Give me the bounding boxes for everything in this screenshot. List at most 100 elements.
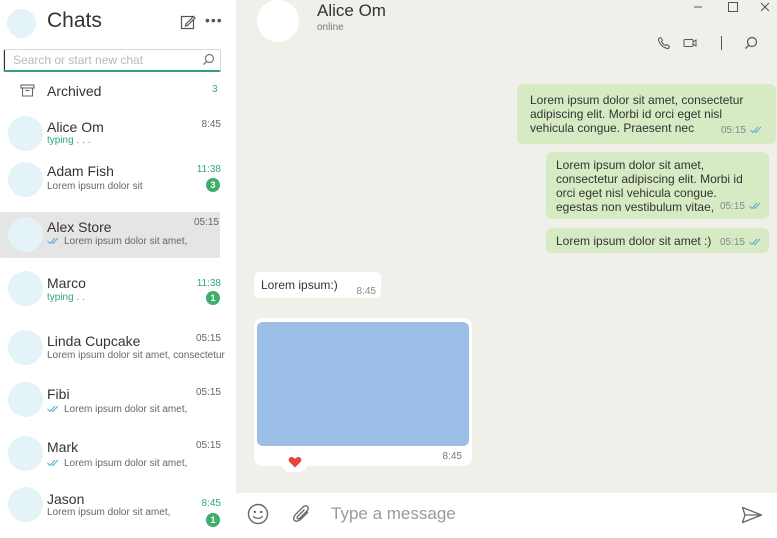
- message-meta: 05:15: [721, 124, 764, 138]
- chat-time: 05:15: [195, 387, 221, 398]
- conversation-header: Alice Om online: [236, 0, 777, 60]
- conversation-panel: Alice Om online Lorem ipsum dolor sit am…: [236, 0, 777, 538]
- message-time: 05:15: [719, 237, 745, 248]
- chat-name: Alice Om: [47, 119, 104, 135]
- chat-preview: Lorem ipsum dolor sit amet,: [47, 236, 187, 247]
- chat-list-item[interactable]: Jason Lorem ipsum dolor sit amet, 8:45 1: [0, 486, 236, 536]
- unread-badge: 1: [206, 513, 220, 527]
- heart-icon: [288, 456, 302, 468]
- message-time: 05:15: [720, 125, 746, 136]
- chat-time: 05:15: [193, 217, 219, 228]
- message-outgoing[interactable]: Lorem ipsum dolor sit amet :) 05:15: [546, 228, 769, 253]
- reaction-badge[interactable]: [281, 452, 308, 472]
- search-input[interactable]: [4, 50, 194, 70]
- chat-preview: Lorem ipsum dolor sit amet, consectetur: [47, 350, 225, 361]
- avatar: [8, 382, 43, 417]
- peer-avatar[interactable]: [257, 0, 299, 42]
- chat-preview: typing . . .: [47, 135, 91, 146]
- chat-preview: Lorem ipsum dolor sit amet,: [47, 458, 187, 469]
- sidebar-header: Chats •••: [0, 0, 236, 46]
- message-image[interactable]: 8:45: [254, 318, 472, 466]
- close-icon[interactable]: [758, 0, 772, 14]
- avatar: [8, 436, 43, 471]
- maximize-icon[interactable]: [726, 0, 740, 14]
- search-icon[interactable]: [202, 53, 215, 66]
- message-text: Lorem ipsum dolor sit amet, consectetur …: [530, 93, 744, 135]
- chat-time: 8:45: [201, 119, 221, 130]
- video-icon[interactable]: [683, 36, 697, 50]
- message-composer: [236, 493, 777, 538]
- search-icon[interactable]: [744, 36, 758, 50]
- chat-list-item[interactable]: Marco typing . . 11:38 1: [0, 268, 236, 318]
- message-input[interactable]: [331, 501, 711, 527]
- message-meta: 05:15: [720, 200, 763, 214]
- archived-label: Archived: [47, 83, 102, 99]
- search-box: [3, 49, 221, 72]
- chat-name: Adam Fish: [47, 163, 114, 179]
- edit-icon[interactable]: [180, 14, 196, 30]
- my-avatar[interactable]: [7, 9, 36, 38]
- double-check-icon: [47, 460, 59, 467]
- sidebar-title: Chats: [47, 9, 102, 32]
- avatar: [8, 330, 43, 365]
- message-time: 05:15: [719, 201, 745, 212]
- chat-preview-text: Lorem ipsum dolor sit amet,: [64, 236, 188, 247]
- message-text: Lorem ipsum:): [261, 278, 338, 292]
- chat-name: Alex Store: [47, 219, 112, 235]
- message-outgoing[interactable]: Lorem ipsum dolor sit amet, consectetur …: [517, 84, 776, 144]
- peer-status: online: [317, 22, 344, 33]
- avatar: [8, 116, 43, 151]
- double-check-icon: [47, 406, 59, 413]
- chat-time: 11:38: [196, 278, 221, 289]
- double-check-icon: [750, 127, 762, 134]
- chat-sidebar: Chats ••• Archived 3 Alice Om typing . .…: [0, 0, 236, 538]
- message-time: 8:45: [442, 451, 462, 462]
- chat-list-item[interactable]: Fibi Lorem ipsum dolor sit amet, 05:15: [0, 380, 236, 430]
- chat-preview: Lorem ipsum dolor sit amet,: [47, 507, 171, 518]
- archived-count: 3: [212, 84, 218, 95]
- archive-icon: [20, 84, 35, 97]
- chat-name: Jason: [47, 491, 85, 507]
- minimize-icon[interactable]: [691, 0, 705, 14]
- double-check-icon: [47, 238, 59, 245]
- chat-preview: typing . .: [47, 292, 85, 303]
- avatar: [8, 271, 43, 306]
- message-meta: 05:15: [720, 236, 763, 250]
- avatar: [8, 217, 43, 252]
- chat-name: Linda Cupcake: [47, 333, 141, 349]
- more-icon[interactable]: •••: [205, 12, 223, 28]
- chat-preview: Lorem ipsum dolor sit amet,: [47, 404, 187, 415]
- avatar: [8, 162, 43, 197]
- chat-time: 8:45: [201, 498, 221, 509]
- unread-badge: 1: [206, 291, 220, 305]
- chat-time: 05:15: [195, 440, 221, 451]
- avatar: [8, 487, 43, 522]
- chat-list-item[interactable]: Adam Fish Lorem ipsum dolor sit 11:38 3: [0, 157, 236, 207]
- header-divider: [721, 36, 722, 50]
- chat-list-item[interactable]: Alex Store Lorem ipsum dolor sit amet, 0…: [0, 212, 220, 258]
- chat-time: 05:15: [195, 333, 221, 344]
- message-incoming[interactable]: Lorem ipsum:) 8:45: [254, 272, 381, 298]
- chat-preview: Lorem ipsum dolor sit: [47, 181, 143, 192]
- double-check-icon: [749, 239, 761, 246]
- chat-name: Fibi: [47, 386, 70, 402]
- message-time: 8:45: [356, 286, 376, 297]
- chat-list-item[interactable]: Alice Om typing . . . 8:45: [0, 110, 236, 160]
- unread-badge: 3: [206, 178, 220, 192]
- chat-list-item[interactable]: Linda Cupcake Lorem ipsum dolor sit amet…: [0, 325, 236, 375]
- emoji-icon[interactable]: [247, 503, 269, 525]
- image-placeholder[interactable]: [257, 322, 469, 446]
- phone-icon[interactable]: [657, 36, 671, 50]
- double-check-icon: [749, 203, 761, 210]
- send-icon[interactable]: [741, 506, 763, 524]
- chat-list-item[interactable]: Mark Lorem ipsum dolor sit amet, 05:15: [0, 434, 236, 484]
- archived-row[interactable]: Archived 3: [0, 78, 236, 104]
- chat-preview-text: Lorem ipsum dolor sit amet,: [64, 458, 188, 469]
- chat-time: 11:38: [196, 164, 221, 175]
- paperclip-icon[interactable]: [291, 503, 313, 525]
- message-outgoing[interactable]: Lorem ipsum dolor sit amet, consectetur …: [546, 152, 769, 219]
- chat-preview-text: Lorem ipsum dolor sit amet,: [64, 404, 188, 415]
- chat-name: Mark: [47, 439, 79, 455]
- peer-name: Alice Om: [317, 1, 386, 20]
- message-text: Lorem ipsum dolor sit amet :): [556, 234, 712, 248]
